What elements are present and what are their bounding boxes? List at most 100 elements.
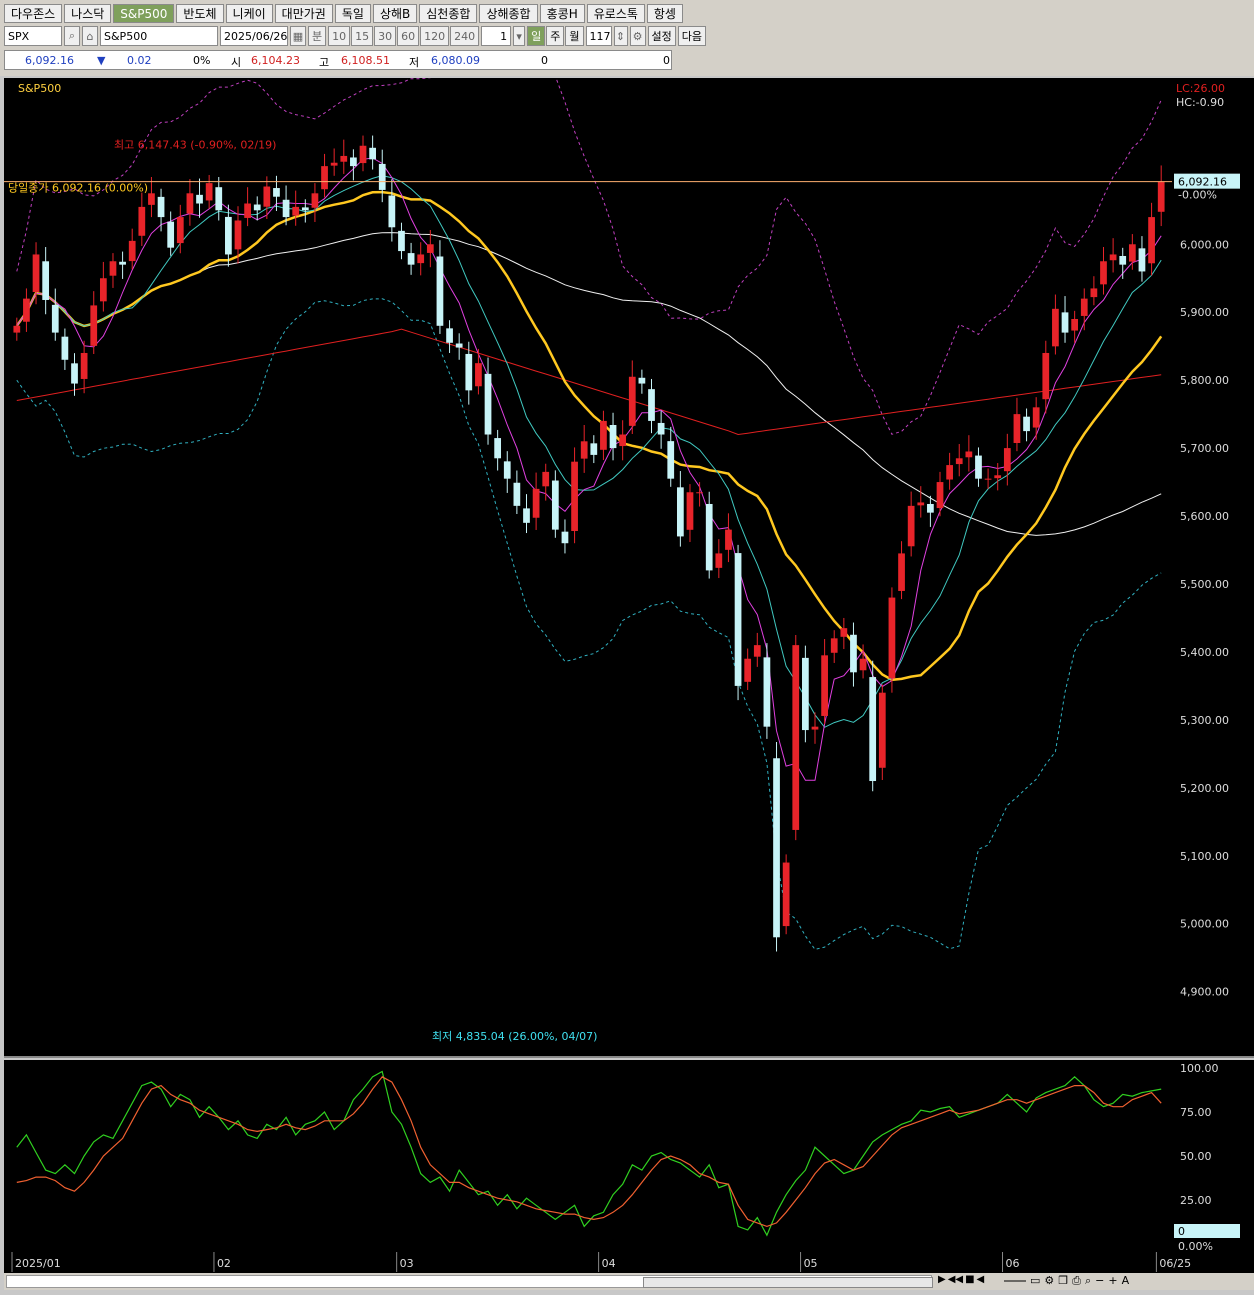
tab-4[interactable]: 니케이	[225, 4, 273, 23]
minute-option-10[interactable]: 10	[328, 26, 351, 46]
down-arrow-icon: ▼	[97, 54, 106, 67]
candle-body	[1052, 308, 1059, 347]
copy-icon[interactable]: ❐	[1058, 1274, 1068, 1288]
tab-10[interactable]: 홍콩H	[539, 4, 585, 23]
price-tick-label: 5,600.00	[1180, 510, 1229, 523]
minute-option-120[interactable]: 120	[420, 26, 450, 46]
candle-body	[609, 424, 617, 449]
minute-option-15[interactable]: 15	[351, 26, 374, 46]
screen-icon[interactable]: ▭	[1030, 1274, 1040, 1288]
candle-body	[455, 343, 463, 348]
tab-6[interactable]: 독일	[334, 4, 371, 23]
candle-body	[167, 221, 175, 248]
scroll-button-1[interactable]: ◀◀	[948, 1274, 963, 1285]
gear-small-icon[interactable]: ⚙	[1044, 1274, 1054, 1288]
zoom-slider-icon[interactable]: ⎯⎯⎯⎯	[1004, 1274, 1026, 1288]
count-dropdown-icon[interactable]: ▾	[513, 26, 526, 46]
candle-body	[859, 658, 867, 671]
scroll-button-2[interactable]: ■	[965, 1274, 974, 1285]
tab-2[interactable]: S&P500	[113, 4, 175, 23]
scroll-thumb[interactable]	[643, 1277, 933, 1288]
time-label: 06	[1006, 1257, 1020, 1270]
tab-0[interactable]: 다우존스	[4, 4, 63, 23]
candle-body	[340, 155, 348, 162]
quote-high: 6,108.51	[341, 54, 390, 67]
time-label: 05	[804, 1257, 818, 1270]
tab-3[interactable]: 반도체	[176, 4, 224, 23]
chart-area[interactable]: 4,900.00 5,000.00 5,100.00 5,200.00 5,300.00…	[4, 8, 1254, 1273]
low-label: 저	[409, 56, 420, 69]
tab-5[interactable]: 대만가권	[274, 4, 333, 23]
candle-body	[350, 157, 357, 167]
gear-icon[interactable]: ⚙	[629, 26, 646, 46]
candle-body	[1100, 261, 1107, 285]
count-field[interactable]: 1	[481, 26, 512, 46]
calendar-icon[interactable]: ▦	[290, 26, 306, 46]
tab-12[interactable]: 항셍	[646, 4, 683, 23]
auto-scale-icon[interactable]: A	[1122, 1274, 1130, 1288]
period-button-0[interactable]: 일	[527, 26, 546, 46]
chart-title: S&P500	[18, 82, 61, 95]
candle-body	[1013, 414, 1021, 444]
magnifier-icon[interactable]: ⌕	[64, 26, 80, 46]
bar-count-field[interactable]: 117	[585, 26, 612, 46]
minute-option-60[interactable]: 60	[397, 26, 420, 46]
tab-9[interactable]: 상해종합	[479, 4, 538, 23]
candle-body	[840, 628, 848, 637]
scroll-track[interactable]	[6, 1275, 933, 1288]
candle-body	[90, 305, 98, 346]
period-button-1[interactable]: 주	[546, 26, 565, 46]
minus-icon[interactable]: −	[1095, 1274, 1104, 1288]
candle-body	[811, 726, 819, 730]
time-label: 02	[217, 1257, 231, 1270]
minute-option-240[interactable]: 240	[450, 26, 480, 46]
candle-body	[975, 455, 982, 479]
price-tick-label: 5,200.00	[1180, 782, 1229, 795]
low-annotation: 최저 4,835.04 (26.00%, 04/07)	[432, 1030, 597, 1043]
candle-body	[321, 166, 328, 190]
control-row: SPX ⌕ ⌂ S&P500 2025/06/26 ▦ 분 10 15 30 60 12…	[4, 26, 706, 46]
candle-body	[61, 336, 69, 360]
print-icon[interactable]: ⎙	[1072, 1274, 1081, 1288]
candle-body	[638, 377, 646, 384]
symbol-field[interactable]: SPX	[4, 26, 62, 46]
high-annotation: 최고 6,147.43 (-0.90%, 02/19)	[114, 138, 276, 151]
candle-body	[619, 434, 627, 447]
price-tick-label: 5,500.00	[1180, 578, 1229, 591]
candle-body	[955, 458, 963, 465]
candle-body	[1157, 181, 1165, 212]
candle-body	[205, 183, 213, 201]
tab-8[interactable]: 심천종합	[419, 4, 478, 23]
plus-icon[interactable]: +	[1108, 1274, 1117, 1288]
next-button[interactable]: 다음	[677, 26, 706, 46]
spinner-icon[interactable]: ⇕	[613, 26, 628, 46]
tab-1[interactable]: 나스닥	[64, 4, 112, 23]
date-field[interactable]: 2025/06/26	[220, 26, 288, 46]
candle-body	[32, 254, 40, 292]
candle-body	[426, 244, 434, 253]
symbol-name-field[interactable]: S&P500	[100, 26, 218, 46]
candle-body	[196, 194, 203, 204]
open-label: 시	[231, 56, 242, 69]
minute-option-30[interactable]: 30	[374, 26, 397, 46]
settings-button[interactable]: 설정	[647, 26, 676, 46]
candle-body	[984, 478, 992, 480]
minute-unit-button[interactable]: 분	[308, 26, 327, 46]
tab-11[interactable]: 유로스톡	[586, 4, 645, 23]
candle-body	[42, 261, 50, 300]
lock-icon[interactable]: ⌂	[82, 26, 98, 46]
tab-7[interactable]: 상해B	[372, 4, 418, 23]
period-button-2[interactable]: 월	[565, 26, 584, 46]
candle-body	[561, 531, 569, 544]
scroll-button-0[interactable]: ▶	[938, 1274, 946, 1285]
horizontal-scrollbar[interactable]: ▶ ◀◀ ■ ◀ ⎯⎯⎯⎯ ▭ ⚙ ❐ ⎙ ⌕ − + A	[4, 1273, 1254, 1290]
candle-body	[1138, 248, 1146, 272]
search-small-icon[interactable]: ⌕	[1085, 1274, 1091, 1288]
candle-body	[513, 482, 521, 506]
chart-svg[interactable]: 4,900.00 5,000.00 5,100.00 5,200.00 5,300.00…	[4, 8, 1254, 1273]
candle-body	[23, 298, 30, 322]
candle-body	[359, 145, 367, 164]
candle-body	[1148, 217, 1155, 264]
candle-body	[676, 487, 684, 537]
scroll-button-3[interactable]: ◀	[977, 1274, 985, 1285]
